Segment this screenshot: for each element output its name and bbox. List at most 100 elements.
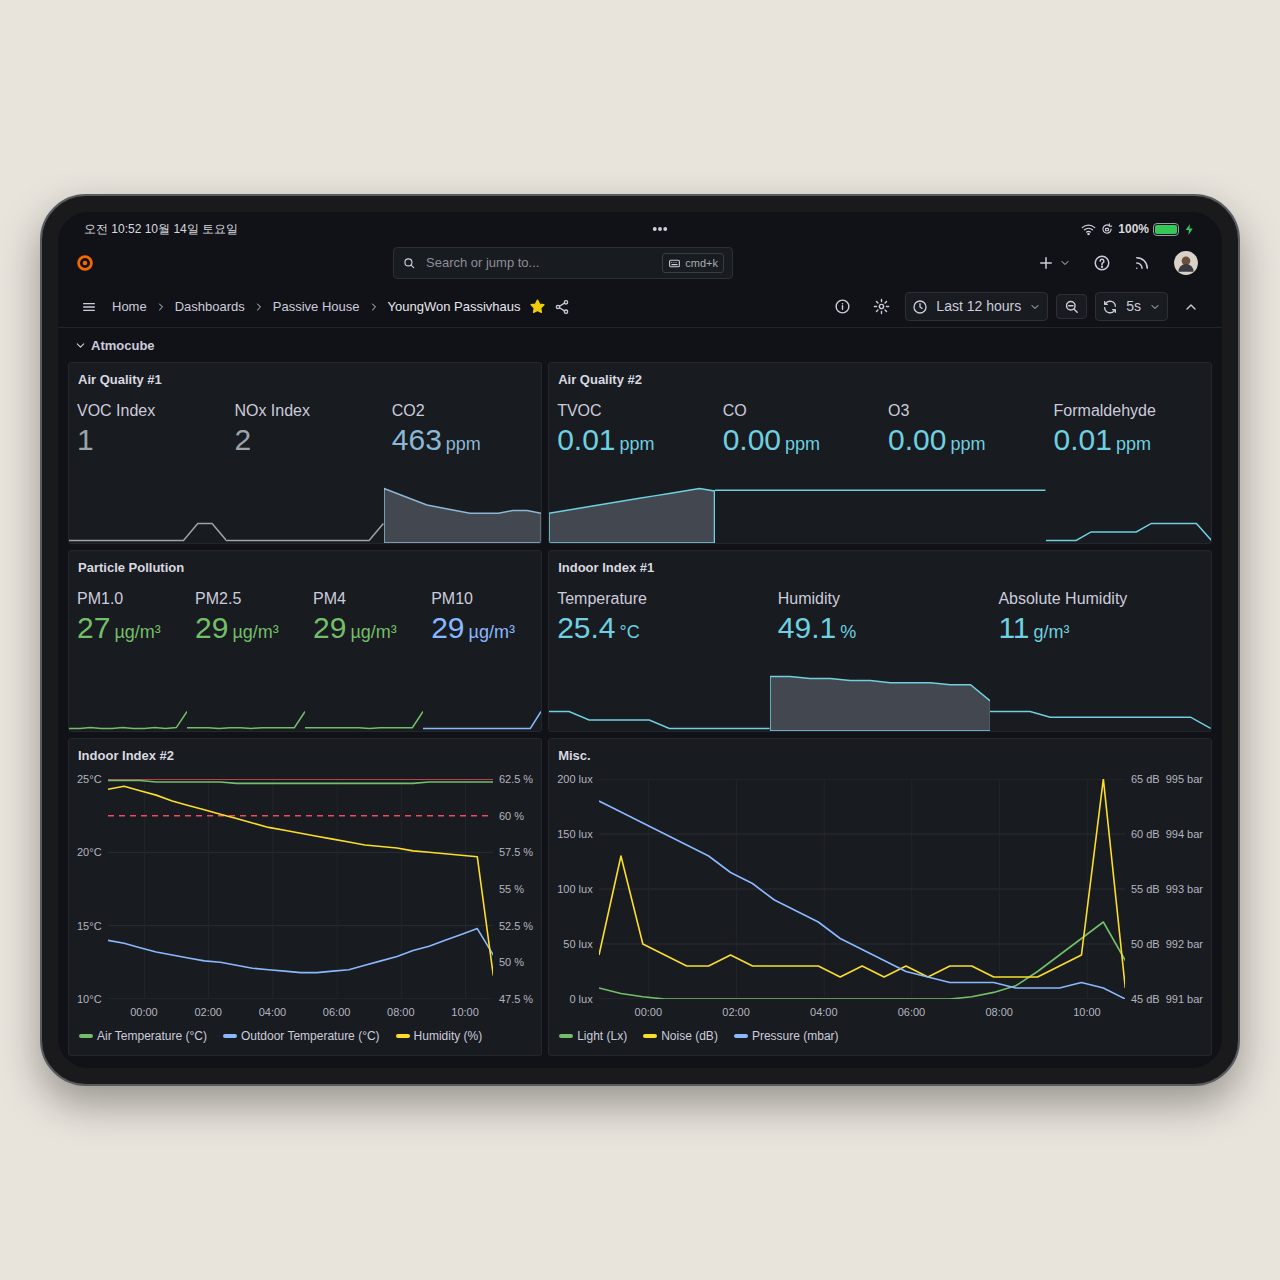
legend-swatch: [223, 1034, 237, 1038]
x-tick: 10:00: [451, 1004, 479, 1021]
gridline: [400, 779, 401, 999]
axis-label: 45 dB: [1131, 992, 1160, 1006]
stat-panel: Indoor Index #1Temperature25.4°CHumidity…: [548, 550, 1212, 732]
legend-label: Noise (dB): [661, 1027, 718, 1045]
gridline: [736, 779, 737, 999]
help-button[interactable]: [1086, 250, 1118, 276]
stat-number: 25.4: [557, 611, 615, 644]
stat-value: 29µg/m³: [187, 611, 305, 644]
y-axis: 25°C20°C15°C10°C: [77, 772, 102, 1006]
legend-item[interactable]: Light (Lx): [559, 1027, 627, 1045]
sparkline: [305, 669, 423, 731]
menu-button[interactable]: [74, 295, 104, 319]
grafana-logo-icon[interactable]: [74, 252, 96, 274]
stat-number: 27: [77, 611, 110, 644]
x-tick: 08:00: [387, 1004, 415, 1021]
stat-label: CO: [715, 393, 880, 423]
refresh-button[interactable]: 5s: [1095, 292, 1168, 321]
news-button[interactable]: [1126, 250, 1158, 276]
rss-icon: [1133, 254, 1151, 272]
stat-number: 29: [431, 611, 464, 644]
breadcrumb-bar: Home Dashboards Passive House YoungWon Pass…: [58, 286, 1222, 328]
breadcrumb-item[interactable]: YoungWon Passivhaus: [388, 297, 521, 317]
axis-label: 60 %: [499, 809, 533, 823]
chart-body: 200 lux150 lux100 lux50 lux0 lux65 dB60 …: [549, 769, 1211, 1021]
plot-area[interactable]: [599, 779, 1125, 999]
stat-label: PM1.0: [69, 581, 187, 611]
clock-icon: [912, 299, 928, 315]
chevron-up-icon: [1183, 299, 1199, 315]
stat-value: 1: [69, 423, 226, 456]
threshold: [108, 815, 493, 816]
sparkline-series: [549, 711, 770, 728]
breadcrumb-item[interactable]: Home: [112, 297, 147, 317]
gridline: [465, 779, 466, 999]
profile-button[interactable]: [1166, 246, 1206, 280]
y-axis: 200 lux150 lux100 lux50 lux0 lux: [557, 772, 592, 1006]
search-input[interactable]: [424, 252, 654, 274]
axis-label: 55 dB: [1131, 882, 1160, 896]
info-button[interactable]: [827, 294, 858, 319]
legend-item[interactable]: Humidity (%): [396, 1027, 483, 1045]
panel-title: Indoor Index #2: [69, 739, 541, 770]
plot-area[interactable]: [108, 779, 493, 999]
status-bar: 오전 10:52 10월 14일 토요일100%: [58, 212, 1222, 240]
series-line: [599, 779, 1125, 988]
sparkline: [69, 481, 226, 543]
stat-value: 0.00ppm: [715, 423, 880, 456]
stat-unit: ppm: [446, 434, 481, 454]
legend-label: Pressure (mbar): [752, 1027, 839, 1045]
time-range-picker[interactable]: Last 12 hours: [905, 292, 1048, 321]
legend-item[interactable]: Pressure (mbar): [734, 1027, 839, 1045]
share-icon[interactable]: [554, 299, 570, 315]
axis-label: 0 lux: [557, 992, 592, 1006]
x-axis: 00:0002:0004:0006:0008:0010:00: [108, 999, 493, 1021]
refresh-icon: [1102, 299, 1118, 315]
info-icon: [834, 298, 851, 315]
axis-label: 991 bar: [1166, 992, 1203, 1006]
settings-button[interactable]: [866, 294, 897, 319]
refresh-interval: 5s: [1126, 296, 1141, 317]
stat-number: 0.00: [888, 423, 946, 456]
legend-item[interactable]: Air Temperature (°C): [79, 1027, 207, 1045]
multitask-handle[interactable]: [651, 220, 669, 238]
breadcrumb-item[interactable]: Passive House: [273, 297, 360, 317]
stat-unit: µg/m³: [114, 622, 160, 642]
series-line: [599, 801, 1125, 999]
search-box[interactable]: cmd+k: [393, 247, 733, 279]
star-icon[interactable]: [529, 298, 546, 315]
stat-value: 0.00ppm: [880, 423, 1045, 456]
axis-label: 25°C: [77, 772, 102, 786]
stat-label: O3: [880, 393, 1045, 423]
stat-unit: µg/m³: [232, 622, 278, 642]
more-icon[interactable]: [651, 220, 669, 238]
collapse-button[interactable]: [1176, 295, 1206, 319]
gridline: [599, 834, 1125, 835]
add-button[interactable]: [1030, 250, 1078, 276]
search-icon: [402, 256, 416, 270]
rotation-lock-icon: [1100, 222, 1114, 236]
panel-title: Misc.: [549, 739, 1211, 770]
threshold-line: [108, 815, 493, 817]
series-line: [108, 786, 493, 975]
gridline: [108, 999, 493, 1000]
panel-title: Indoor Index #1: [549, 551, 1211, 582]
y-axis: 62.5 %60 %57.5 %55 %52.5 %50 %47.5 %: [499, 772, 533, 1006]
stat-cell: Humidity49.1%: [770, 581, 991, 731]
sparkline: [384, 481, 541, 543]
row-header[interactable]: Atmocube: [58, 328, 1222, 362]
plot: [599, 779, 1125, 999]
threshold-line: [108, 779, 493, 780]
stat-value: 2: [226, 423, 383, 456]
sparkline: [990, 669, 1211, 731]
stat-value: 27µg/m³: [69, 611, 187, 644]
stat-unit: ppm: [620, 434, 655, 454]
legend-item[interactable]: Outdoor Temperature (°C): [223, 1027, 380, 1045]
gridline: [648, 779, 649, 999]
stat-row: TVOC0.01ppmCO0.00ppmO30.00ppmFormaldehyd…: [549, 393, 1211, 543]
legend-item[interactable]: Noise (dB): [643, 1027, 718, 1045]
zoom-out-button[interactable]: [1056, 294, 1087, 319]
chart-panel: Misc.200 lux150 lux100 lux50 lux0 lux65 …: [548, 738, 1212, 1057]
breadcrumb-item[interactable]: Dashboards: [175, 297, 245, 317]
stat-panel: Particle PollutionPM1.027µg/m³PM2.529µg/…: [68, 550, 542, 732]
